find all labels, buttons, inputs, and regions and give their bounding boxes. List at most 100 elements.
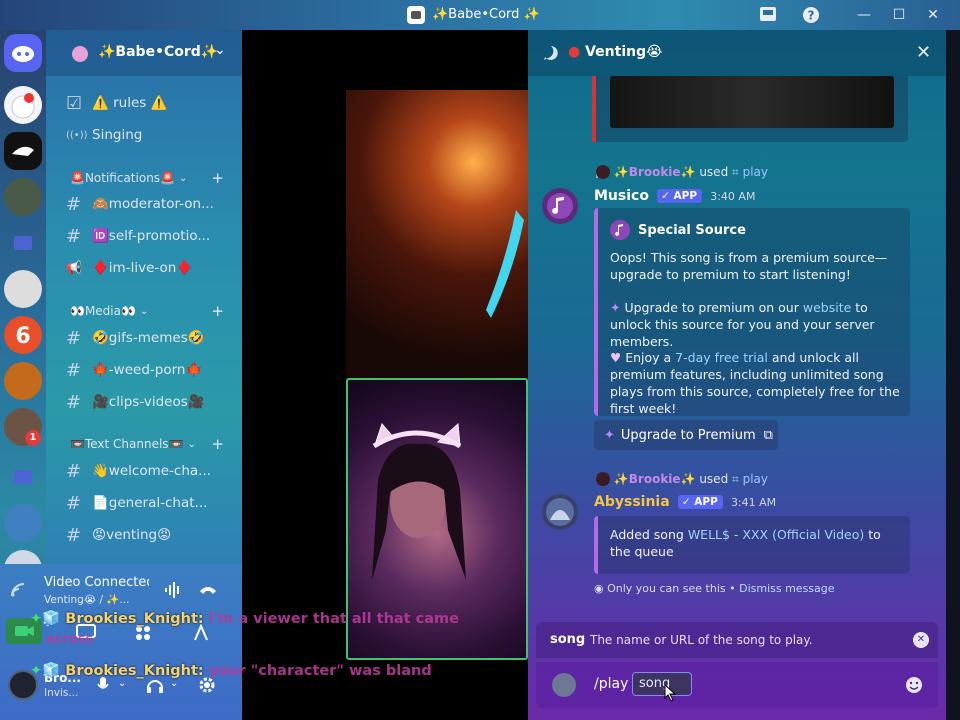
channel-label: Singing: [92, 127, 143, 143]
message-author[interactable]: Abyssinia: [594, 494, 670, 510]
channel-label: 👋welcome-cha...: [92, 463, 212, 479]
reply-preview[interactable]: ✨Brookie✨ used ⌗ play: [596, 165, 768, 180]
cursor-icon: [664, 684, 678, 702]
channel-welcome[interactable]: # 👋welcome-cha...: [66, 458, 230, 484]
overlay-chat-line: ✦🧊 Brookies_Knight: i'm a viewer that al…: [30, 611, 459, 627]
overlay-chat-text: i'm a viewer that all that came: [208, 611, 459, 627]
channel-label: ♦️im-live-on♦️: [92, 260, 194, 276]
channel-rules[interactable]: ☑ ⚠️ rules ⚠️: [66, 90, 230, 116]
channel-label: 🆔self-promotio...: [92, 228, 211, 244]
message-timestamp: 3:40 AM: [710, 190, 756, 203]
hash-icon: #: [66, 391, 82, 413]
external-link-icon: ⧉: [763, 427, 773, 443]
folder-icon[interactable]: [14, 470, 32, 484]
channel-label: 😡venting😡: [92, 527, 172, 543]
category-media[interactable]: 👀Media👀 ⌄ +: [70, 301, 228, 321]
song-link[interactable]: WELL$ - XXX (Official Video): [688, 527, 864, 542]
free-trial-link[interactable]: 7-day free trial: [675, 350, 768, 365]
server-icon-game[interactable]: [4, 504, 42, 542]
server-icon-pumpkin[interactable]: [4, 362, 42, 400]
app-badge: ✓ APP: [677, 495, 723, 509]
premium-embed: Special Source Oops! This song is from a…: [594, 208, 910, 416]
embed-description: Oops! This song is from a premium source…: [610, 250, 888, 282]
channel-label: 🍁-weed-porn🍁: [92, 362, 203, 378]
hash-icon: #: [66, 524, 82, 546]
emoji-icon[interactable]: [904, 675, 924, 695]
hash-icon: #: [66, 327, 82, 349]
server-icon-shark[interactable]: [4, 132, 42, 170]
noise-suppression-icon[interactable]: [164, 582, 182, 598]
channel-venting[interactable]: # 😡venting😡: [66, 522, 230, 548]
channel-im-live-on[interactable]: 📢 ♦️im-live-on♦️: [66, 255, 230, 281]
server-icon-six[interactable]: 6: [4, 316, 42, 354]
website-link[interactable]: website: [803, 300, 851, 315]
hash-icon: #: [66, 359, 82, 381]
chevron-down-icon[interactable]: ⌄: [214, 42, 226, 58]
discord-home-icon[interactable]: [4, 34, 42, 72]
command-option-hint[interactable]: song The name or URL of the song to play…: [536, 622, 938, 658]
overlay-chat-username: Brookies_Knight:: [65, 663, 204, 679]
upgrade-premium-button[interactable]: ✦ Upgrade to Premium ⧉: [594, 420, 778, 450]
thread-title: ● Venting😭: [568, 44, 663, 60]
category-notifications[interactable]: 🚨Notifications🚨 ⌄ +: [70, 168, 228, 188]
thread-panel: ● Venting😭 ✕ ✨Brookie✨ used ⌗ play Music…: [528, 30, 946, 720]
signal-icon: [10, 582, 26, 598]
minimize-icon[interactable]: —: [853, 5, 875, 25]
button-label: Upgrade to Premium: [620, 427, 756, 443]
category-label: 👀Media👀: [70, 304, 136, 318]
svg-text:?: ?: [808, 9, 815, 23]
help-icon[interactable]: ?: [801, 5, 823, 25]
close-panel-icon[interactable]: ✕: [916, 42, 931, 63]
chevron-down-icon[interactable]: ⌄: [118, 678, 126, 689]
voice-channel[interactable]: Venting😭 / ✨...: [44, 593, 129, 606]
channel-label: 🎥clips-videos🎥: [92, 394, 205, 410]
ephemeral-notice: ◉ Only you can see this • Dismiss messag…: [594, 582, 835, 595]
add-channel-icon[interactable]: +: [211, 435, 224, 453]
disconnect-icon[interactable]: [198, 582, 218, 596]
channel-label: 📄general-chat...: [92, 495, 208, 511]
folder-icon[interactable]: [14, 236, 32, 250]
add-channel-icon[interactable]: +: [211, 302, 224, 320]
channel-weed[interactable]: # 🍁-weed-porn🍁: [66, 357, 230, 383]
star-icon: ✦: [604, 427, 615, 443]
video-tile-room[interactable]: [346, 90, 528, 380]
app-icon: [407, 6, 425, 24]
category-label: 🚨Notifications🚨: [70, 171, 175, 185]
message-author[interactable]: Musico: [594, 188, 649, 204]
song-option-input[interactable]: song: [632, 672, 692, 696]
embed-upgrade-text: ✦ Upgrade to premium on our website to u…: [610, 300, 875, 349]
message-header: Abyssinia ✓ APP 3:41 AM: [594, 494, 776, 510]
avatar[interactable]: [542, 494, 578, 530]
server-name[interactable]: ✨Babe•Cord✨: [98, 44, 218, 60]
dismiss-message-link[interactable]: Dismiss message: [739, 582, 834, 595]
window-titlebar: ✨Babe•Cord ✨ ? — ☐ ✕: [0, 0, 960, 30]
close-window-icon[interactable]: ✕: [922, 5, 944, 25]
maximize-icon[interactable]: ☐: [888, 5, 910, 25]
inbox-icon[interactable]: [758, 5, 780, 25]
channel-singing[interactable]: ((•)) Singing: [66, 122, 230, 148]
chevron-down-icon[interactable]: ⌄: [170, 678, 178, 689]
embed-title: Special Source: [638, 223, 746, 238]
channel-moderator[interactable]: # 🙈moderator-on...: [66, 191, 230, 217]
channel-self-promotion[interactable]: # 🆔self-promotio...: [66, 223, 230, 249]
add-channel-icon[interactable]: +: [211, 169, 224, 187]
close-hint-icon[interactable]: ✕: [913, 632, 929, 648]
channel-general-chat[interactable]: # 📄general-chat...: [66, 490, 230, 516]
server-icon-sandman[interactable]: [4, 178, 42, 216]
notification-badge: 1: [25, 430, 41, 446]
server-icon-anime[interactable]: [4, 270, 42, 308]
embed-image[interactable]: [610, 76, 894, 128]
overlay-chat-text: across: [46, 632, 94, 647]
reply-preview[interactable]: ✨Brookie✨ used ⌗ play: [596, 472, 768, 487]
message-composer[interactable]: /play song: [536, 662, 938, 708]
embed-trial-text: ♥ Enjoy a 7-day free trial and unlock al…: [610, 350, 900, 416]
queue-embed: Added song WELL$ - XXX (Official Video) …: [594, 516, 910, 574]
channel-clips-videos[interactable]: # 🎥clips-videos🎥: [66, 389, 230, 415]
hash-icon: #: [66, 460, 82, 482]
server-icon-hello-kitty[interactable]: [4, 86, 42, 124]
avatar[interactable]: [542, 188, 578, 224]
embed-description: Added song WELL$ - XXX (Official Video) …: [610, 527, 881, 559]
category-text-channels[interactable]: 📼Text Channels📼 ⌄ +: [70, 434, 228, 454]
overlay-chat-line: ✦🧊 Brookies_Knight: your "character" was…: [30, 663, 432, 679]
channel-gifs-memes[interactable]: # 🤣gifs-memes🤣: [66, 325, 230, 351]
